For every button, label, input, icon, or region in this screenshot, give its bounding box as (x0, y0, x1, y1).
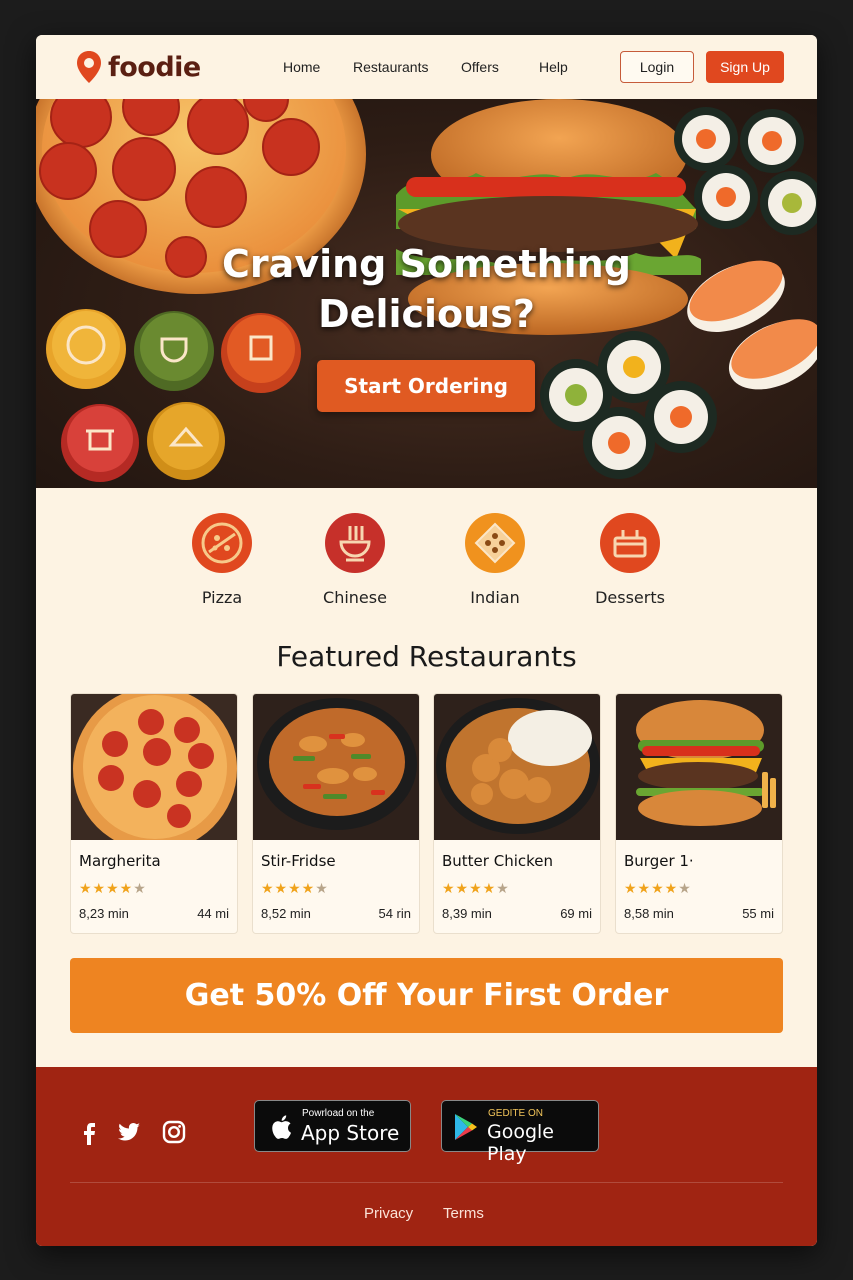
restaurant-image (253, 694, 419, 840)
delivery-time: 8,52 min (261, 906, 311, 921)
privacy-link[interactable]: Privacy (364, 1205, 413, 1222)
nav-link-help[interactable]: Help (539, 59, 568, 75)
category-indian[interactable]: Indian (445, 512, 545, 607)
footer: Powrload on the App Store GEDITE ON Goog… (36, 1067, 817, 1246)
category-label: Chinese (323, 588, 387, 607)
nav-link-home[interactable]: Home (283, 59, 320, 75)
restaurant-card[interactable]: Stir-Fridse ★★★★★ 8,52 min 54 rin (252, 693, 420, 934)
category-label: Indian (470, 588, 520, 607)
apple-icon (272, 1115, 291, 1139)
hero-banner: Craving Something Delicious? Start Order… (36, 99, 817, 488)
google-play-icon (455, 1114, 477, 1140)
star-rating: ★★★★★ (261, 880, 329, 896)
terms-link[interactable]: Terms (443, 1205, 484, 1222)
delivery-time: 8,58 min (624, 906, 674, 921)
facebook-icon[interactable] (76, 1119, 102, 1145)
google-play-small-text: GEDITE ON (488, 1108, 544, 1119)
restaurant-name: Burger 1· (624, 852, 694, 870)
app-store-small-text: Powrload on the (302, 1108, 375, 1119)
category-label: Desserts (595, 588, 665, 607)
category-label: Pizza (201, 588, 243, 607)
signup-button[interactable]: Sign Up (706, 51, 784, 83)
star-rating: ★★★★★ (442, 880, 510, 896)
noodle-bowl-icon (325, 513, 385, 573)
category-desserts[interactable]: Desserts (580, 512, 680, 607)
distance: 69 mi (560, 906, 592, 921)
category-chinese[interactable]: Chinese (305, 512, 405, 607)
delivery-time: 8,23 min (79, 906, 129, 921)
brand-logo[interactable]: foodie (76, 50, 201, 84)
restaurant-card[interactable]: Butter Chicken ★★★★★ 8,39 min 69 mi (433, 693, 601, 934)
footer-divider (70, 1182, 783, 1183)
login-button[interactable]: Login (620, 51, 694, 83)
top-nav: foodie Home Restaurants Offers Help Logi… (36, 35, 817, 99)
hero-title: Craving Something Delicious? (36, 239, 817, 339)
category-pizza[interactable]: Pizza (172, 512, 272, 607)
delivery-time: 8,39 min (442, 906, 492, 921)
hero-title-line2: Delicious? (318, 292, 535, 336)
distance: 55 mi (742, 906, 774, 921)
brand-name: foodie (108, 51, 201, 83)
app-store-label: App Store (301, 1121, 400, 1145)
location-pin-icon (77, 51, 101, 83)
featured-restaurants-title: Featured Restaurants (276, 640, 577, 673)
nav-link-offers[interactable]: Offers (461, 59, 499, 75)
hero-title-line1: Craving Something (222, 242, 631, 286)
star-rating: ★★★★★ (624, 880, 692, 896)
restaurant-name: Margherita (79, 852, 161, 870)
app-store-button[interactable]: Powrload on the App Store (254, 1100, 411, 1152)
distance: 44 mi (197, 906, 229, 921)
start-ordering-button[interactable]: Start Ordering (317, 360, 535, 412)
restaurant-image (616, 694, 782, 840)
pizza-icon (192, 513, 252, 573)
star-rating: ★★★★★ (79, 880, 147, 896)
restaurant-image (434, 694, 600, 840)
restaurant-name: Stir-Fridse (261, 852, 336, 870)
app-page: foodie Home Restaurants Offers Help Logi… (36, 35, 817, 1246)
twitter-icon[interactable] (116, 1119, 142, 1145)
restaurant-card[interactable]: Burger 1· ★★★★★ 8,58 min 55 mi (615, 693, 783, 934)
google-play-button[interactable]: GEDITE ON Google Play (441, 1100, 599, 1165)
dessert-box-icon (600, 513, 660, 573)
restaurant-image (71, 694, 237, 840)
distance: 54 rin (378, 906, 411, 921)
indian-dish-icon (465, 513, 525, 573)
nav-link-restaurants[interactable]: Restaurants (353, 59, 428, 75)
google-play-label: Google Play (487, 1121, 555, 1165)
promo-banner-button[interactable]: Get 50% Off Your First Order (70, 958, 783, 1033)
restaurant-card[interactable]: Margherita ★★★★★ 8,23 min 44 mi (70, 693, 238, 934)
restaurant-name: Butter Chicken (442, 852, 554, 870)
instagram-icon[interactable] (161, 1119, 187, 1145)
